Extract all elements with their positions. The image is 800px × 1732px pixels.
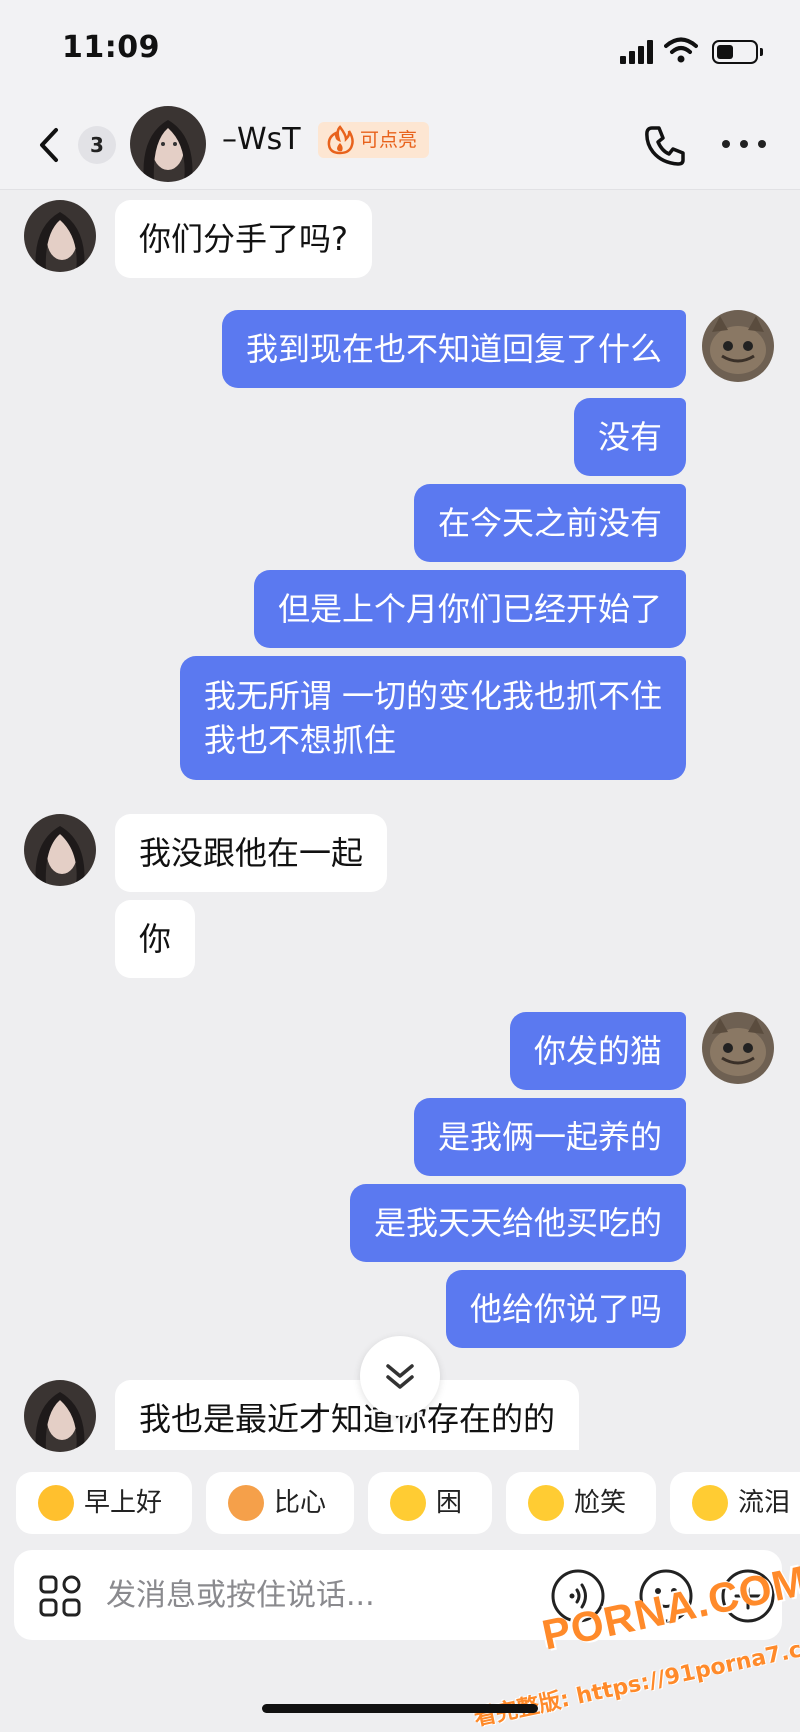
message-input[interactable] [106, 1568, 526, 1622]
message-composer [14, 1550, 782, 1640]
contact-message-avatar[interactable] [24, 1380, 96, 1452]
sleepy-face-emoji-icon [390, 1485, 426, 1521]
my-avatar[interactable] [702, 310, 774, 382]
phone-icon[interactable] [642, 122, 688, 168]
scroll-to-bottom-button[interactable] [360, 1336, 440, 1416]
outgoing-message[interactable]: 我到现在也不知道回复了什么 [221, 310, 686, 388]
outgoing-message[interactable]: 是我俩一起养的 [413, 1098, 686, 1176]
incoming-message[interactable]: 你 [115, 900, 196, 978]
sweat-smile-emoji-icon [528, 1485, 564, 1521]
sunglasses-sun-emoji-icon [38, 1485, 74, 1521]
plus-icon[interactable] [720, 1568, 776, 1624]
status-bar: 11:09 [0, 0, 800, 100]
quick-reply-chip[interactable]: 早上好 [16, 1472, 192, 1534]
outgoing-message[interactable]: 是我天天给他买吃的 [349, 1184, 686, 1262]
heart-hands-emoji-icon [228, 1485, 264, 1521]
double-chevron-down-icon [386, 1364, 414, 1389]
voice-icon[interactable] [550, 1568, 606, 1624]
message-line: 我无所谓 一切的变化我也抓不住 [203, 677, 662, 715]
quick-reply-chip[interactable]: 流泪 [670, 1472, 800, 1534]
flame-icon [327, 125, 354, 155]
outgoing-message[interactable]: 你发的猫 [509, 1012, 686, 1090]
my-avatar[interactable] [702, 1012, 774, 1084]
outgoing-message[interactable]: 在今天之前没有 [413, 484, 686, 562]
contact-avatar[interactable] [130, 106, 206, 182]
home-indicator[interactable] [262, 1704, 538, 1713]
cellular-signal-icon [620, 40, 654, 64]
more-icon[interactable] [722, 136, 766, 152]
battery-icon [712, 40, 763, 64]
back-icon[interactable] [30, 120, 70, 170]
contact-name: –WsT [222, 122, 301, 157]
unread-count-badge[interactable]: 3 [78, 126, 116, 164]
status-time: 11:09 [62, 30, 160, 65]
outgoing-message[interactable]: 他给你说了吗 [445, 1270, 686, 1348]
outgoing-message[interactable]: 没有 [573, 398, 686, 476]
outgoing-message[interactable]: 我无所谓 一切的变化我也抓不住 我也不想抓住 [179, 656, 686, 780]
quick-reply-bar: 早上好 比心 困 尬笑 流泪 [0, 1454, 800, 1534]
quick-reply-chip[interactable]: 尬笑 [506, 1472, 656, 1534]
message-line: 我也不想抓住 [203, 721, 396, 759]
incoming-message[interactable]: 你们分手了吗? [115, 200, 372, 278]
quick-reply-chip[interactable]: 比心 [206, 1472, 354, 1534]
outgoing-message[interactable]: 但是上个月你们已经开始了 [253, 570, 686, 648]
contact-message-avatar[interactable] [24, 814, 96, 886]
light-up-badge[interactable]: 可点亮 [318, 122, 430, 158]
contact-message-avatar[interactable] [24, 200, 96, 272]
emoji-icon[interactable] [638, 1568, 694, 1624]
crying-face-emoji-icon [692, 1485, 728, 1521]
incoming-message[interactable]: 我也是最近才知道你存在的的 [115, 1380, 580, 1450]
incoming-message[interactable]: 我没跟他在一起 [115, 814, 388, 892]
apps-grid-icon[interactable] [38, 1574, 82, 1618]
light-up-label: 可点亮 [360, 129, 418, 151]
wifi-icon [664, 37, 698, 63]
chat-header: 3 –WsT 可点亮 [0, 100, 800, 190]
quick-reply-chip[interactable]: 困 [368, 1472, 492, 1534]
